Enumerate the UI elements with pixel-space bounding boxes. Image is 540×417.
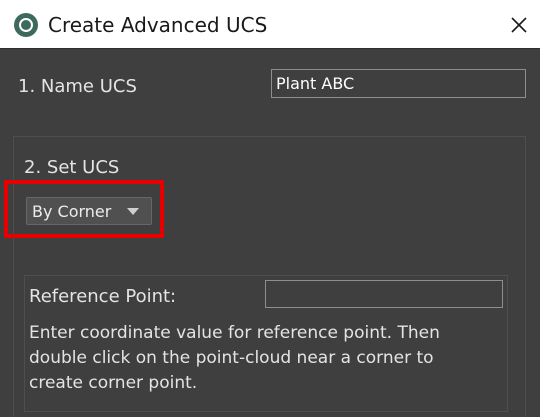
name-ucs-label: 1. Name UCS — [18, 76, 137, 97]
reference-point-input[interactable] — [265, 280, 503, 308]
dialog-content: 1. Name UCS 2. Set UCS By Corner Referen… — [0, 49, 540, 417]
window-title: Create Advanced UCS — [48, 13, 268, 37]
ucs-method-selected: By Corner — [32, 202, 112, 221]
close-icon — [511, 17, 527, 33]
chevron-down-icon — [127, 208, 139, 215]
create-advanced-ucs-dialog: Create Advanced UCS 1. Name UCS 2. Set U… — [0, 0, 540, 417]
app-logo-ring — [19, 18, 33, 32]
ucs-method-dropdown[interactable]: By Corner — [26, 197, 152, 225]
reference-point-help: Enter coordinate value for reference poi… — [29, 321, 509, 396]
help-line-2: double click on the point-cloud near a c… — [29, 348, 434, 368]
close-button[interactable] — [504, 10, 534, 40]
set-ucs-label: 2. Set UCS — [24, 157, 120, 178]
reference-point-label: Reference Point: — [29, 286, 177, 307]
title-bar[interactable]: Create Advanced UCS — [0, 0, 540, 49]
help-line-1: Enter coordinate value for reference poi… — [29, 323, 440, 343]
app-logo-icon — [14, 13, 38, 37]
ucs-name-input[interactable] — [271, 69, 526, 98]
help-line-3: create corner point. — [29, 373, 198, 393]
